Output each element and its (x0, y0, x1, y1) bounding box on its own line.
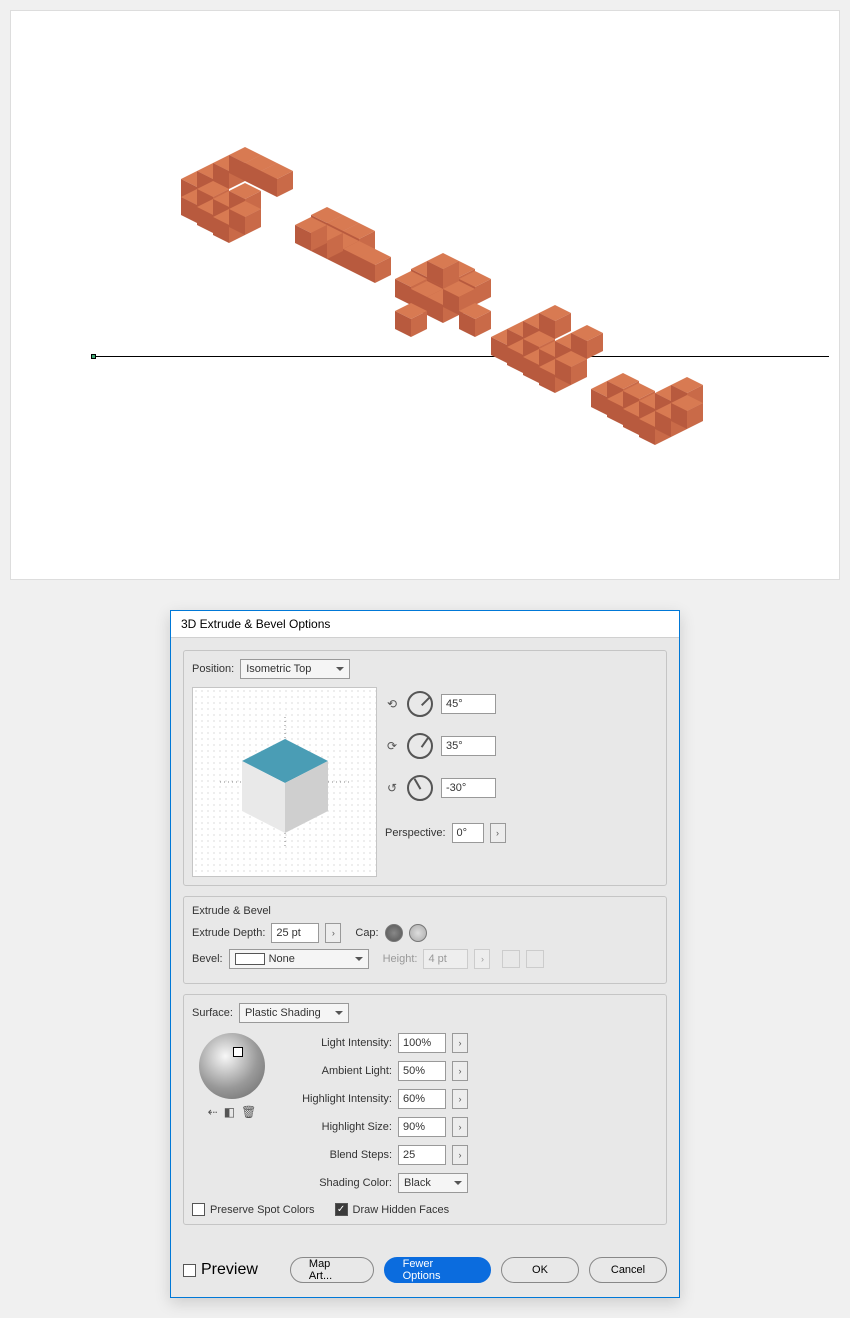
perspective-step[interactable]: › (490, 823, 506, 843)
highlight-size-label: Highlight Size: (282, 1121, 392, 1133)
bevel-preview-icon (235, 953, 265, 965)
perspective-label: Perspective: (385, 827, 446, 839)
cap-label: Cap: (355, 927, 378, 939)
highlight-size-step[interactable]: › (452, 1117, 468, 1137)
rotate-x-knob[interactable] (407, 691, 433, 717)
extrude-section-label: Extrude & Bevel (192, 905, 658, 917)
highlight-intensity-label: Highlight Intensity: (282, 1093, 392, 1105)
dialog-3d-extrude-bevel: 3D Extrude & Bevel Options Position: Iso… (170, 610, 680, 1298)
ambient-light-input[interactable]: 50% (398, 1061, 446, 1081)
light-intensity-label: Light Intensity: (282, 1037, 392, 1049)
bevel-height-label: Height: (383, 953, 418, 965)
orientation-preview[interactable] (192, 687, 377, 877)
bevel-select[interactable]: None (229, 949, 369, 969)
extrude-group: Extrude & Bevel Extrude Depth: 25 pt › C… (183, 896, 667, 984)
fewer-options-button[interactable]: Fewer Options (384, 1257, 491, 1283)
rotate-z-icon: ↺ (385, 781, 399, 795)
rotate-x-input[interactable]: 45° (441, 694, 496, 714)
bevel-height-input: 4 pt (423, 949, 468, 969)
extrude-depth-label: Extrude Depth: (192, 927, 265, 939)
cap-off-icon[interactable] (409, 924, 427, 942)
rotate-y-icon: ⟳ (385, 739, 399, 753)
delete-light-icon[interactable]: 🗑 (241, 1105, 256, 1119)
shading-color-select[interactable]: Black (398, 1173, 468, 1193)
bevel-out-icon (526, 950, 544, 968)
dialog-footer: Preview Map Art... Fewer Options OK Canc… (171, 1247, 679, 1297)
bevel-in-icon (502, 950, 520, 968)
light-intensity-step[interactable]: › (452, 1033, 468, 1053)
ambient-light-label: Ambient Light: (282, 1065, 392, 1077)
ok-button[interactable]: OK (501, 1257, 579, 1283)
surface-label: Surface: (192, 1007, 233, 1019)
bevel-label: Bevel: (192, 953, 223, 965)
surface-group: Surface: Plastic Shading ⇠ ◧ 🗑 Light Int… (183, 994, 667, 1225)
move-light-back-icon[interactable]: ⇠ (208, 1105, 218, 1119)
extrude-depth-step[interactable]: › (325, 923, 341, 943)
position-group: Position: Isometric Top ⟲ (183, 650, 667, 886)
highlight-intensity-step[interactable]: › (452, 1089, 468, 1109)
bevel-height-step: › (474, 949, 490, 969)
blend-steps-input[interactable]: 25 (398, 1145, 446, 1165)
dialog-title[interactable]: 3D Extrude & Bevel Options (171, 611, 679, 638)
light-handle[interactable] (233, 1047, 243, 1057)
preview-checkbox[interactable]: Preview (183, 1261, 258, 1279)
shading-color-label: Shading Color: (282, 1177, 392, 1189)
highlight-size-input[interactable]: 90% (398, 1117, 446, 1137)
ambient-light-step[interactable]: › (452, 1061, 468, 1081)
rotate-y-input[interactable]: 35° (441, 736, 496, 756)
anchor-point[interactable] (91, 354, 96, 359)
cap-on-icon[interactable] (385, 924, 403, 942)
pixel-text-3d (161, 111, 721, 511)
position-select[interactable]: Isometric Top (240, 659, 350, 679)
preserve-spot-checkbox[interactable]: Preserve Spot Colors (192, 1203, 315, 1216)
extrude-depth-input[interactable]: 25 pt (271, 923, 319, 943)
perspective-input[interactable]: 0° (452, 823, 484, 843)
cancel-button[interactable]: Cancel (589, 1257, 667, 1283)
new-light-icon[interactable]: ◧ (224, 1105, 235, 1119)
rotate-z-input[interactable]: -30° (441, 778, 496, 798)
position-label: Position: (192, 663, 234, 675)
blend-steps-step[interactable]: › (452, 1145, 468, 1165)
rotate-y-knob[interactable] (407, 733, 433, 759)
light-sphere[interactable] (199, 1033, 265, 1099)
rotate-x-icon: ⟲ (385, 697, 399, 711)
map-art-button[interactable]: Map Art... (290, 1257, 374, 1283)
rotate-z-knob[interactable] (407, 775, 433, 801)
light-intensity-input[interactable]: 100% (398, 1033, 446, 1053)
blend-steps-label: Blend Steps: (282, 1149, 392, 1161)
highlight-intensity-input[interactable]: 60% (398, 1089, 446, 1109)
draw-hidden-checkbox[interactable]: ✓Draw Hidden Faces (335, 1203, 450, 1216)
surface-select[interactable]: Plastic Shading (239, 1003, 349, 1023)
artboard (10, 10, 840, 580)
